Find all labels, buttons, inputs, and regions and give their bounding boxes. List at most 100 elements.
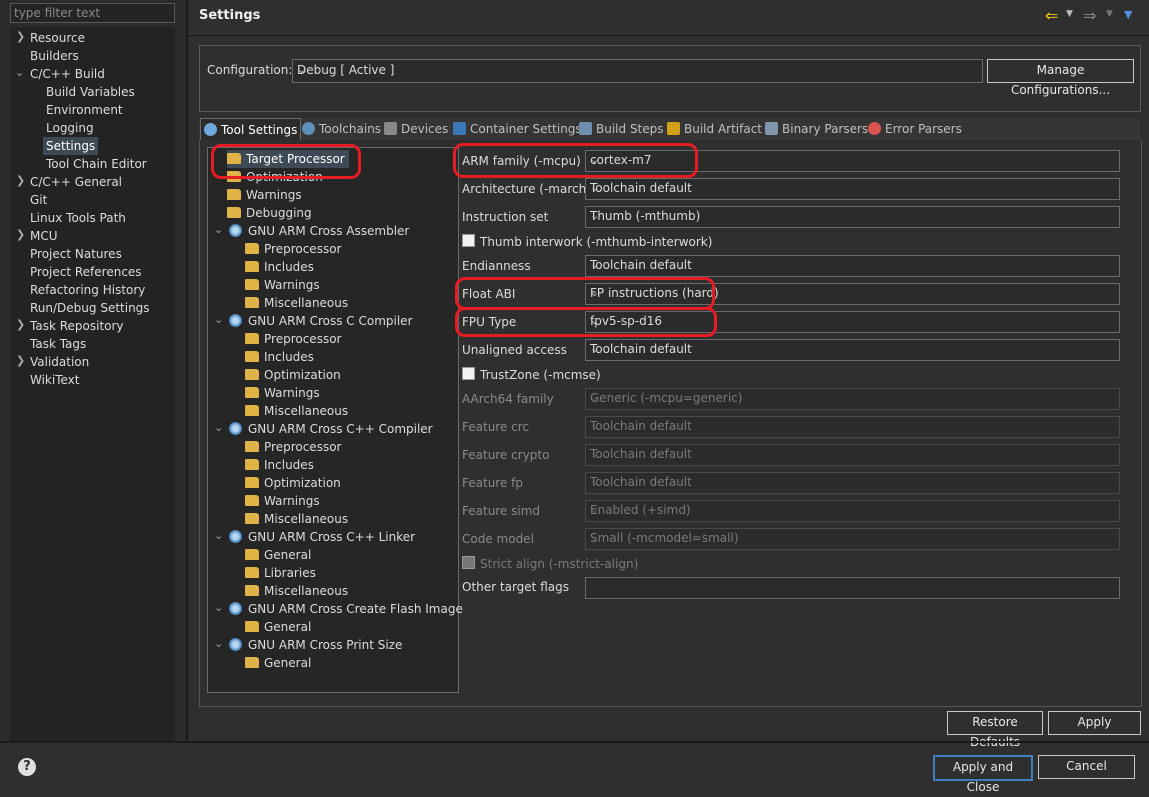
chevron-down-icon[interactable]: ⌄ [214,421,223,434]
tree-item[interactable]: Miscellaneous [245,294,348,312]
tab-label: Container Settings [470,122,582,136]
tree-item[interactable]: GNU ARM Cross C++ Compiler [229,420,433,438]
nav-item-selected[interactable]: Settings [43,137,99,155]
nav-item[interactable]: Validation [30,353,89,371]
tree-item[interactable]: General [245,546,311,564]
chevron-right-icon[interactable]: ❯ [16,318,25,331]
tree-item[interactable]: Preprocessor [245,330,341,348]
endianness-select[interactable]: Toolchain default ⌄ [585,255,1120,277]
tree-item[interactable]: Optimization [245,366,341,384]
tab-build-artifact[interactable]: Build Artifact [667,118,762,140]
tree-item[interactable]: Miscellaneous [245,582,348,600]
nav-item[interactable]: Tool Chain Editor [46,155,147,173]
tree-item[interactable]: GNU ARM Cross C++ Linker [229,528,415,546]
nav-item[interactable]: Build Variables [46,83,135,101]
nav-item[interactable]: Resource [30,29,85,47]
nav-item[interactable]: C/C++ General [30,173,122,191]
configuration-select[interactable]: Debug [ Active ] ⌄ [292,59,983,83]
tab-devices[interactable]: Devices [384,118,448,140]
chevron-down-icon: ⌄ [590,209,600,222]
tree-item[interactable]: Preprocessor [245,438,341,456]
nav-item[interactable]: Linux Tools Path [30,209,126,227]
instruction-set-select[interactable]: Thumb (-mthumb) ⌄ [585,206,1120,228]
chevron-down-icon[interactable]: ⌄ [214,223,223,236]
nav-item[interactable]: Project Natures [30,245,122,263]
nav-item[interactable]: Git [30,191,47,209]
tree-item[interactable]: General [245,654,311,672]
chevron-down-icon[interactable]: ▼ [1106,9,1113,19]
nav-item[interactable]: Environment [46,101,123,119]
nav-item[interactable]: Logging [46,119,94,137]
tree-item[interactable]: Warnings [245,276,320,294]
tab-build-steps[interactable]: Build Steps [579,118,664,140]
chevron-down-icon[interactable]: ⌄ [214,313,223,326]
tab-tool-settings[interactable]: Tool Settings [200,118,302,141]
thumb-interwork-checkbox[interactable]: Thumb interwork (-mthumb-interwork) [462,234,712,249]
apply-and-close-button[interactable]: Apply and Close [933,755,1033,794]
tab-binary-parsers[interactable]: Binary Parsers [765,118,868,140]
nav-item[interactable]: Task Repository [30,317,124,335]
tab-container-settings[interactable]: Container Settings [453,118,582,140]
tree-item[interactable]: Miscellaneous [245,402,348,420]
tree-item[interactable]: Preprocessor [245,240,341,258]
restore-defaults-button[interactable]: Restore Defaults [947,711,1043,749]
folder-icon [245,657,259,668]
chevron-down-icon[interactable]: ⌄ [15,66,24,79]
chevron-right-icon[interactable]: ❯ [16,228,25,241]
other-target-flags-input[interactable] [585,577,1120,599]
tree-item[interactable]: GNU ARM Cross C Compiler [229,312,413,330]
feature-simd-label: Feature simd [462,504,541,518]
chevron-down-icon[interactable]: ▼ [1066,9,1073,19]
chevron-down-icon[interactable]: ⌄ [214,637,223,650]
chevron-down-icon: ⌄ [590,258,600,271]
chevron-right-icon[interactable]: ❯ [16,354,25,367]
tree-item-label: General [264,620,312,634]
tree-item-label: Preprocessor [264,332,342,346]
nav-item[interactable]: C/C++ Build [30,65,105,83]
apply-button[interactable]: Apply [1048,711,1141,735]
tree-item[interactable]: Warnings [245,492,320,510]
folder-icon [245,513,259,524]
chevron-down-icon[interactable]: ⌄ [214,601,223,614]
nav-item[interactable]: Task Tags [30,335,86,353]
tree-item[interactable]: Includes [245,258,314,276]
tree-item[interactable]: GNU ARM Cross Print Size [229,636,402,654]
folder-icon [245,549,259,560]
nav-item[interactable]: Refactoring History [30,281,145,299]
forward-arrow-icon[interactable]: ⇒ [1083,6,1096,25]
tree-item[interactable]: GNU ARM Cross Create Flash Image [229,600,463,618]
tree-item[interactable]: Miscellaneous [245,510,348,528]
cancel-button[interactable]: Cancel [1038,755,1135,779]
chevron-right-icon[interactable]: ❯ [16,174,25,187]
chevron-right-icon[interactable]: ❯ [16,30,25,43]
nav-item[interactable]: WikiText [30,371,80,389]
tree-item[interactable]: Debugging [227,204,312,222]
endianness-label: Endianness [462,259,531,273]
view-menu-icon[interactable]: ▼ [1124,8,1132,21]
nav-item[interactable]: Run/Debug Settings [30,299,150,317]
nav-item[interactable]: MCU [30,227,58,245]
architecture-select[interactable]: Toolchain default ⌄ [585,178,1120,200]
nav-item[interactable]: Builders [30,47,79,65]
chevron-down-icon[interactable]: ⌄ [214,529,223,542]
tab-toolchains[interactable]: Toolchains [302,118,381,140]
help-icon[interactable]: ? [18,758,36,776]
tree-item[interactable]: General [245,618,311,636]
back-arrow-icon[interactable]: ⇐ [1045,6,1058,25]
checkbox-box[interactable] [462,367,475,380]
tree-item[interactable]: GNU ARM Cross Assembler [229,222,409,240]
chevron-down-icon: ⌄ [590,181,600,194]
manage-configurations-button[interactable]: Manage Configurations... [987,59,1134,97]
nav-item[interactable]: Project References [30,263,142,281]
tab-error-parsers[interactable]: Error Parsers [868,118,962,140]
checkbox-box[interactable] [462,234,475,247]
tree-item[interactable]: Includes [245,456,314,474]
trustzone-checkbox[interactable]: TrustZone (-mcmse) [462,367,601,382]
tree-item[interactable]: Warnings [245,384,320,402]
unaligned-access-select[interactable]: Toolchain default ⌄ [585,339,1120,361]
tree-item[interactable]: Warnings [227,186,302,204]
tree-item[interactable]: Libraries [245,564,316,582]
tree-item[interactable]: Optimization [245,474,341,492]
tree-item[interactable]: Includes [245,348,314,366]
filter-input[interactable]: type filter text [10,3,175,23]
